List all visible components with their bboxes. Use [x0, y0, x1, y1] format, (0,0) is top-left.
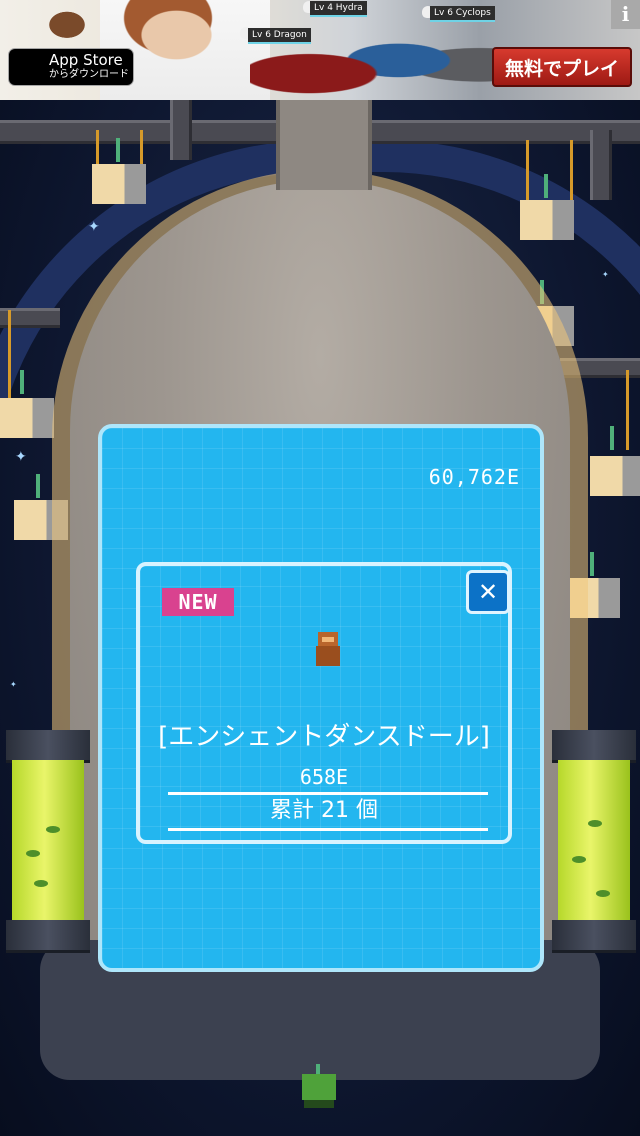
close-icon: ✕: [477, 578, 499, 606]
new-item-dialog: NEW ✕ [エンシェントダンスドール] 658E 累計 21 個: [136, 562, 512, 844]
star-icon: ✦: [10, 680, 17, 689]
app-store-line1: App Store: [49, 51, 123, 69]
leaf: [596, 890, 610, 897]
item-name: [エンシェントダンスドール]: [158, 722, 490, 752]
right-culture-tube: [552, 730, 636, 953]
divider: [168, 792, 488, 795]
monster-tag-cyclops: Lv 6 Cyclops: [430, 6, 495, 22]
sprout: [36, 474, 40, 498]
leaf: [572, 856, 586, 863]
app-store-line2: からダウンロード: [49, 69, 129, 80]
new-badge: NEW: [162, 588, 234, 616]
divider: [168, 828, 488, 831]
leaf: [34, 880, 48, 887]
creature-body: [302, 1074, 336, 1100]
doll-body: [316, 646, 340, 666]
item-count: 累計 21 個: [270, 798, 378, 823]
ad-play-button[interactable]: 無料でプレイ: [492, 47, 632, 87]
rope: [140, 130, 143, 165]
info-icon[interactable]: i: [611, 0, 640, 29]
currency-counter: 60,762E: [428, 465, 520, 489]
hanging-pot: [590, 456, 640, 496]
tube-cap: [6, 730, 90, 763]
pipe: [590, 130, 612, 200]
leaf: [26, 850, 40, 857]
collection-panel: 60,762E NEW ✕ [エンシェントダンスドール] 658E 累計 21 …: [98, 424, 544, 972]
pipe: [170, 100, 192, 160]
leaf: [588, 820, 602, 827]
sprout: [544, 174, 548, 198]
star-icon: ✦: [88, 219, 100, 235]
app-store-badge[interactable]: App Store からダウンロード: [8, 48, 134, 86]
item-price: 658E: [299, 765, 349, 789]
rope: [626, 370, 629, 450]
monster-tag-dragon: Lv 6 Dragon: [248, 28, 311, 44]
sprout: [610, 426, 614, 450]
tube-cap: [6, 920, 90, 953]
ad-banner[interactable]: App Store からダウンロード Lv 4 Hydra Lv 6 Cyclo…: [0, 0, 640, 100]
ad-horse-image: [36, 2, 98, 40]
sprout: [590, 552, 594, 576]
ad-monsters-image: [250, 12, 520, 100]
green-creature-sprite[interactable]: [300, 1064, 338, 1110]
creature-sprout: [316, 1064, 320, 1074]
hanging-pot: [0, 398, 54, 438]
close-button[interactable]: ✕: [466, 570, 510, 614]
left-culture-tube: [6, 730, 90, 953]
rope: [526, 140, 529, 200]
rope: [8, 310, 11, 400]
tube-glass: [558, 760, 630, 920]
rope: [570, 140, 573, 200]
hanging-pot: [92, 164, 146, 204]
doll-face: [322, 637, 334, 642]
hanging-pot: [520, 200, 574, 240]
ancient-dance-doll-sprite: [312, 632, 344, 666]
tube-glass: [12, 760, 84, 920]
sprout: [20, 370, 24, 394]
star-icon: ✦: [15, 449, 27, 465]
sprout: [116, 138, 120, 162]
rope: [96, 130, 99, 165]
chamber-neck: [276, 100, 372, 190]
tube-cap: [552, 730, 636, 763]
leaf: [46, 826, 60, 833]
monster-tag-hydra: Lv 4 Hydra: [310, 1, 367, 17]
tube-cap: [552, 920, 636, 953]
creature-feet: [304, 1100, 334, 1108]
star-icon: ✦: [602, 270, 609, 279]
